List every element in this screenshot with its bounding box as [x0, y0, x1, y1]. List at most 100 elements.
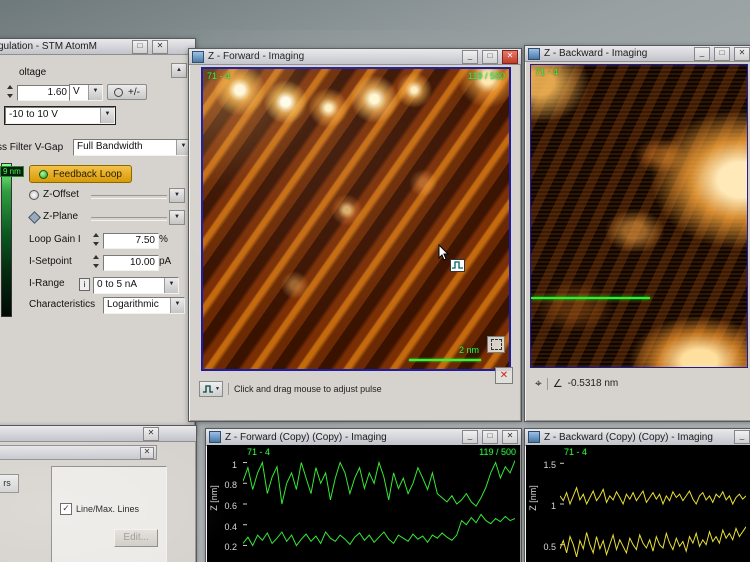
- stm-backward-image[interactable]: 71 - 4: [530, 64, 748, 368]
- voltage-value-field[interactable]: 1.60: [17, 85, 71, 101]
- frame-counter-overlay: 71 - 4: [564, 447, 588, 457]
- voltage-unit-select[interactable]: V ▼: [69, 84, 103, 101]
- z-offset-icon: [29, 190, 39, 200]
- forward-chart-window: Z - Forward (Copy) (Copy) - Imaging _ □ …: [205, 428, 522, 562]
- minimize-icon[interactable]: _: [462, 430, 478, 444]
- z-scale-badge: 9 nm: [0, 166, 24, 177]
- close-icon[interactable]: ✕: [502, 49, 518, 64]
- chart-trace-upper: [243, 460, 515, 507]
- tool-dialog-window: ✕ ✕ rs ✓ Line/Max. Lines Edit...: [0, 425, 197, 562]
- scale-bar-line: [409, 359, 481, 361]
- i-range-select[interactable]: 0 to 5 nA ▼: [93, 277, 179, 294]
- plus-minus-button[interactable]: +/-: [107, 84, 147, 100]
- pulse-tool-button[interactable]: ▼: [199, 381, 223, 397]
- edit-button[interactable]: Edit...: [114, 529, 158, 547]
- chevron-down-icon: ▼: [215, 386, 220, 392]
- i-setpoint-label: I-Setpoint: [29, 256, 72, 267]
- scroll-up-icon[interactable]: ▲: [171, 63, 187, 78]
- chevron-down-icon: ▼: [88, 85, 102, 100]
- z-plane-expand-icon[interactable]: ▼: [169, 210, 185, 225]
- close-icon[interactable]: ✕: [502, 430, 518, 444]
- divider: [546, 377, 548, 390]
- divider: [91, 217, 167, 221]
- forward-chart-titlebar[interactable]: Z - Forward (Copy) (Copy) - Imaging _ □ …: [206, 429, 521, 446]
- forward-imaging-window: Z - Forward - Imaging _ □ ✕ 71 - 4 119 /…: [188, 48, 522, 422]
- y-tick-label: 1: [550, 501, 556, 511]
- stm-forward-image[interactable]: 71 - 4 119 / 500 2 nm: [201, 67, 511, 371]
- i-setpoint-spinner[interactable]: [91, 255, 100, 268]
- scale-bar-label: 2 nm: [458, 345, 479, 355]
- backward-title: Z - Backward - Imaging: [544, 48, 648, 59]
- feedback-loop-button[interactable]: Feedback Loop: [29, 165, 132, 183]
- filter-label: ss Filter V-Gap: [0, 142, 64, 153]
- chart-trace-lower: [560, 526, 746, 558]
- y-axis-ticks: 1.5 1 0.5: [536, 445, 558, 562]
- minimize-icon[interactable]: _: [734, 430, 750, 444]
- window-icon: [528, 431, 540, 443]
- backward-chart-plot[interactable]: Z [nm] 1.5 1 0.5 71 - 4: [526, 445, 750, 562]
- regulation-panel-title: gulation - STM AtomM: [0, 41, 97, 52]
- regulation-panel-titlebar[interactable]: gulation - STM AtomM □ ✕: [0, 39, 195, 55]
- z-plane-label: Z-Plane: [43, 211, 79, 222]
- divider: [91, 195, 167, 199]
- plus-minus-icon: [114, 87, 123, 97]
- line-counter-overlay: 119 / 500: [479, 447, 516, 457]
- minimize-icon[interactable]: _: [462, 49, 478, 64]
- maximize-icon[interactable]: □: [482, 49, 498, 64]
- y-tick-label: 1: [231, 459, 237, 470]
- close-icon[interactable]: ✕: [140, 446, 154, 459]
- loop-gain-spinner[interactable]: [91, 233, 100, 246]
- i-setpoint-unit: pA: [159, 256, 172, 267]
- backward-statusbar: ⌖ ∠ -0.5318 nm: [535, 376, 747, 391]
- region-select-icon[interactable]: [487, 336, 505, 353]
- loop-gain-field[interactable]: 7.50: [103, 233, 159, 249]
- i-setpoint-field[interactable]: 10.00: [103, 255, 159, 271]
- voltage-section-label: oltage: [19, 67, 47, 78]
- close-icon[interactable]: ✕: [734, 46, 750, 61]
- line-max-lines-option[interactable]: ✓ Line/Max. Lines: [60, 503, 139, 515]
- info-icon: i: [79, 278, 90, 291]
- tool-dialog-titlebar[interactable]: ✕: [0, 426, 196, 442]
- backward-chart-titlebar[interactable]: Z - Backward (Copy) (Copy) - Imaging _: [525, 429, 750, 446]
- forward-chart-title: Z - Forward (Copy) (Copy) - Imaging: [225, 431, 387, 443]
- maximize-icon[interactable]: □: [714, 46, 730, 61]
- minimize-icon[interactable]: _: [694, 46, 710, 61]
- backward-chart-window: Z - Backward (Copy) (Copy) - Imaging _ Z…: [524, 428, 750, 562]
- position-indicator-icon[interactable]: ⌖: [535, 376, 542, 391]
- maximize-icon[interactable]: □: [482, 430, 498, 444]
- chart-trace-lower: [243, 513, 515, 547]
- characteristics-select[interactable]: Logarithmic ▼: [103, 297, 185, 314]
- pulse-cursor-icon: [450, 259, 465, 272]
- scan-position-line: [531, 297, 650, 299]
- restore-icon[interactable]: □: [132, 39, 148, 54]
- tab-colors[interactable]: rs: [0, 474, 19, 493]
- chevron-down-icon: ▼: [100, 108, 114, 123]
- i-range-label: I-Range: [29, 278, 65, 289]
- voltage-range-select[interactable]: -10 to 10 V ▼: [4, 106, 116, 125]
- checkbox-checked-icon[interactable]: ✓: [60, 503, 72, 515]
- z-plane-icon: [28, 211, 41, 224]
- y-tick-label: 1.5: [543, 460, 556, 471]
- z-offset-expand-icon[interactable]: ▼: [169, 188, 185, 203]
- close-icon[interactable]: ✕: [152, 39, 168, 54]
- y-tick-label: 0.8: [224, 480, 237, 491]
- forward-titlebar[interactable]: Z - Forward - Imaging _ □ ✕: [189, 49, 521, 65]
- line-counter-overlay: 119 / 500: [468, 71, 505, 81]
- voltage-spinner[interactable]: [5, 85, 14, 98]
- backward-imaging-window: Z - Backward - Imaging _ □ ✕ 71 - 4 ⌖ ∠ …: [524, 45, 750, 422]
- backward-titlebar[interactable]: Z - Backward - Imaging _ □ ✕: [525, 46, 750, 62]
- filter-select[interactable]: Full Bandwidth ▼: [73, 139, 191, 156]
- y-tick-label: 0.5: [543, 541, 556, 552]
- options-panel: ✓ Line/Max. Lines Edit...: [51, 466, 167, 562]
- window-icon: [528, 47, 540, 60]
- close-icon[interactable]: ✕: [143, 426, 159, 441]
- docked-panel-titlebar[interactable]: ✕: [0, 445, 157, 460]
- angle-icon: ∠: [552, 378, 563, 390]
- characteristics-label: Characteristics: [29, 299, 96, 310]
- pulse-icon: [203, 385, 214, 393]
- abort-icon[interactable]: ✕: [495, 367, 513, 384]
- backward-chart-title: Z - Backward (Copy) (Copy) - Imaging: [544, 431, 713, 443]
- y-tick-label: 0.2: [224, 542, 237, 553]
- regulation-panel-window: gulation - STM AtomM □ ✕ ▲ oltage 1.60 V…: [0, 38, 196, 434]
- forward-chart-plot[interactable]: Z [nm] 1 0.8 0.6 0.4 0.2 71 - 4 119 / 500: [207, 445, 520, 562]
